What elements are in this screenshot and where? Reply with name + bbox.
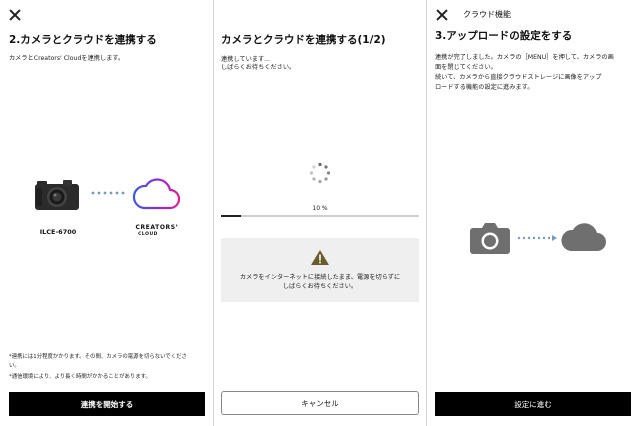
close-icon[interactable]	[8, 8, 22, 22]
body-line-1: 連携が完了しました。カメラの［MENU］を押して、カメラの画	[435, 54, 614, 61]
body-line-2: 面を閉じてください。	[435, 64, 497, 71]
progress-fill	[221, 215, 241, 217]
progress-percent: 10 %	[312, 205, 328, 212]
close-icon[interactable]	[435, 8, 449, 22]
camera-photo	[35, 180, 79, 210]
screen-linking-progress: カメラとクラウドを連携する(1/2) 連携しています... しばらくお待ちくださ…	[214, 0, 426, 426]
header-title: クラウド機能	[463, 10, 511, 19]
cloud-brand-label: CREATORS’	[135, 224, 179, 231]
body-line-3: 続いて、カメラから直接クラウドストレージに画像をアップ	[435, 74, 602, 81]
cloud-brand-sublabel: CLOUD	[138, 232, 158, 237]
camera-model-label: ILCE-6700	[39, 228, 77, 236]
proceed-to-settings-button[interactable]: 設定に進む	[435, 392, 631, 416]
body-line-4: ロードする機能の設定に進みます。	[435, 84, 534, 91]
status-line-2: しばらくお待ちください。	[221, 64, 296, 71]
cancel-button[interactable]: キャンセル	[221, 391, 419, 415]
screen-link-camera-cloud: 2.カメラとクラウドを連携する カメラとCreators' Cloudを連携しま…	[0, 0, 213, 426]
warning-icon	[311, 250, 329, 265]
start-linking-button[interactable]: 連携を開始する	[9, 392, 205, 416]
note-2: *通信環境により、より長く時間がかかることがあります。	[9, 374, 151, 380]
dotted-connector-icon	[517, 235, 557, 241]
warning-line-1: カメラをインターネットに接続したまま、電源を切らずに	[239, 274, 401, 281]
warning-line-2: しばらくお待ちください。	[282, 283, 358, 290]
page-title: 3.アップロードの設定をする	[435, 30, 573, 42]
note-1: *連携には1分程度かかります。その間、カメラの電源を切らないでくださ	[9, 354, 187, 360]
screen-upload-settings: クラウド機能 3.アップロードの設定をする 連携が完了しました。カメラの［MEN…	[427, 0, 640, 426]
creators-cloud-logo-icon	[132, 178, 181, 210]
loading-spinner-icon	[309, 162, 331, 184]
progress-track	[221, 215, 419, 217]
dotted-connector-icon	[91, 191, 125, 195]
warning-panel: カメラをインターネットに接続したまま、電源を切らずに しばらくお待ちください。	[221, 238, 419, 302]
camera-icon	[470, 223, 510, 254]
description: カメラとCreators' Cloudを連携します。	[9, 55, 125, 62]
page-title: カメラとクラウドを連携する(1/2)	[221, 34, 386, 46]
cloud-icon	[561, 223, 606, 251]
page-title: 2.カメラとクラウドを連携する	[9, 34, 157, 46]
note-1-cont: い。	[9, 363, 20, 369]
